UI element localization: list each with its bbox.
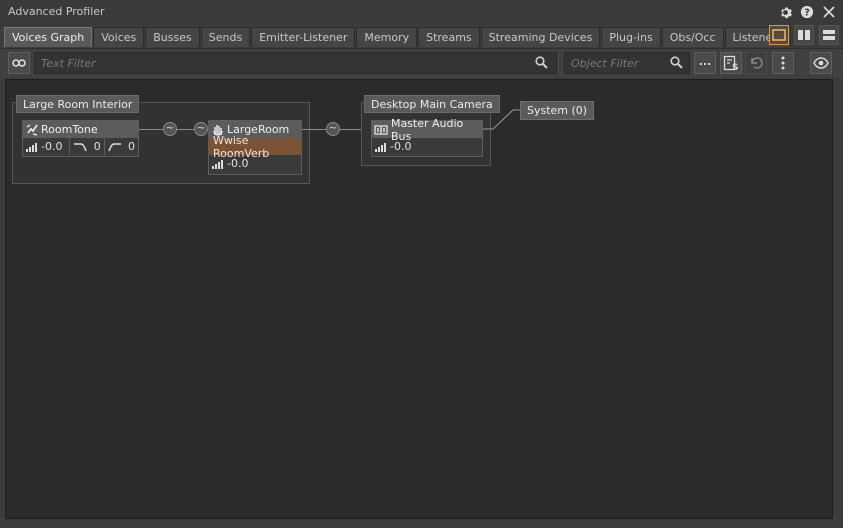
- lowpass-cell: 0: [70, 138, 105, 155]
- send-connector-icon[interactable]: ~: [194, 122, 208, 136]
- volume-value: -0.0: [41, 140, 63, 153]
- tab-bar: Voices Graph Voices Busses Sends Emitter-Lis…: [4, 27, 792, 47]
- visibility-toggle-button[interactable]: [810, 52, 832, 74]
- settings-icon[interactable]: [775, 3, 795, 21]
- vertical-dots-icon: [781, 56, 785, 70]
- split-horizontal-layout-button[interactable]: [819, 25, 839, 45]
- effect-wwise-roomverb[interactable]: Wwise RoomVerb: [209, 134, 301, 160]
- title-bar: [0, 0, 843, 26]
- tab-voices-graph[interactable]: Voices Graph: [4, 27, 93, 47]
- output-device-system[interactable]: System (0): [520, 101, 595, 120]
- link-toggle-button[interactable]: [8, 52, 30, 74]
- text-filter-placeholder: Text Filter: [41, 56, 96, 70]
- tab-memory[interactable]: Memory: [356, 27, 418, 47]
- volume-value: -0.0: [390, 140, 412, 153]
- svg-text:?: ?: [804, 8, 810, 19]
- sound-voice-icon: [23, 123, 41, 136]
- volume-value: -0.0: [227, 157, 249, 170]
- tab-busses[interactable]: Busses: [145, 27, 200, 47]
- sound-object-filter-button[interactable]: S: [720, 52, 742, 74]
- volume-icon: [375, 142, 386, 152]
- highpass-value: 0: [128, 140, 136, 153]
- help-icon[interactable]: ?: [797, 3, 817, 21]
- undo-filter-button[interactable]: [745, 52, 767, 74]
- group-label-large-room-interior[interactable]: Large Room Interior: [16, 95, 140, 113]
- master-bus-icon: [372, 124, 391, 136]
- voice-node-roomtone[interactable]: RoomTone -0.0 0 0: [22, 120, 139, 157]
- sound-object-filter-icon: S: [723, 55, 739, 71]
- single-pane-layout-button[interactable]: [769, 25, 789, 45]
- tab-streaming-devices[interactable]: Streaming Devices: [480, 27, 601, 47]
- tab-obs-occ[interactable]: Obs/Occ: [661, 27, 724, 47]
- close-icon[interactable]: [819, 3, 839, 21]
- search-icon[interactable]: [535, 56, 548, 72]
- tab-plug-ins[interactable]: Plug-ins: [601, 27, 661, 47]
- node-header: Master Audio Bus: [372, 117, 482, 143]
- node-header: RoomTone: [23, 121, 138, 138]
- node-name-roomtone: RoomTone: [41, 123, 98, 136]
- object-search-icon[interactable]: [670, 56, 683, 72]
- text-filter-input[interactable]: Text Filter: [34, 52, 557, 74]
- group-label-desktop-main-camera[interactable]: Desktop Main Camera: [364, 95, 500, 113]
- highpass-filter-icon: [108, 142, 122, 152]
- link-icon: [12, 58, 26, 68]
- options-menu-button[interactable]: [772, 52, 794, 74]
- tab-streams[interactable]: Streams: [418, 27, 480, 47]
- send-connector-icon[interactable]: ~: [163, 122, 177, 136]
- volume-icon: [212, 159, 223, 169]
- undo-icon: [749, 56, 763, 70]
- split-vertical-layout-button[interactable]: [794, 25, 814, 45]
- tab-sends[interactable]: Sends: [200, 27, 251, 47]
- volume-cell: -0.0: [23, 138, 70, 155]
- lowpass-filter-icon: [73, 142, 87, 152]
- eye-icon: [813, 57, 829, 69]
- node-params-row: -0.0 0 0: [23, 138, 138, 155]
- highpass-cell: 0: [105, 138, 138, 155]
- tab-emitter-listener[interactable]: Emitter-Listener: [251, 27, 356, 47]
- object-filter-placeholder: Object Filter: [571, 56, 639, 70]
- bus-node-master-audio-bus[interactable]: Master Audio Bus -0.0: [371, 117, 483, 157]
- volume-icon: [26, 142, 37, 152]
- bus-node-largeroom[interactable]: LargeRoom Wwise RoomVerb -0.0: [208, 120, 302, 175]
- window-title: Advanced Profiler: [8, 5, 105, 18]
- browse-button-label: ...: [698, 54, 712, 68]
- tab-voices[interactable]: Voices: [93, 27, 145, 47]
- send-connector-icon[interactable]: ~: [326, 122, 340, 136]
- svg-text:S: S: [732, 63, 738, 71]
- output-wire: [483, 109, 523, 130]
- volume-cell: -0.0: [209, 155, 251, 172]
- lowpass-value: 0: [93, 140, 101, 153]
- volume-cell: -0.0: [372, 138, 414, 155]
- browse-button[interactable]: ...: [694, 52, 716, 74]
